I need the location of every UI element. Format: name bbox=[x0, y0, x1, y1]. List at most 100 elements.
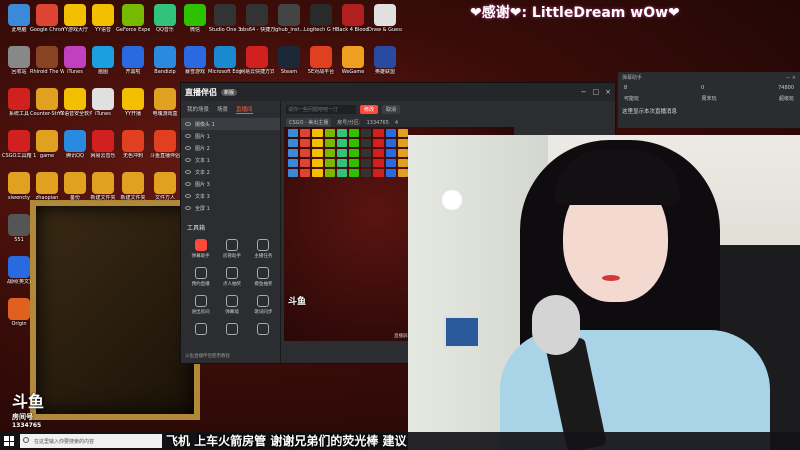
tool-item[interactable] bbox=[185, 323, 216, 337]
tutorial-link[interactable]: 斗鱼直播伴侣使用教程 bbox=[185, 353, 230, 359]
desktop-icon[interactable]: 暴雪游戏 bbox=[178, 46, 212, 75]
desktop-icon-label: 英雄联盟 bbox=[374, 69, 395, 75]
desktop-icon[interactable]: Draw & Guess bbox=[368, 4, 402, 33]
desktop-icon[interactable]: 斗鱼直播伴侣 bbox=[148, 130, 182, 159]
preview-mini-icon bbox=[312, 149, 323, 157]
panel-tab-2[interactable]: 周末玩 bbox=[701, 95, 716, 102]
category-chip[interactable]: CSGO · 美出主播 bbox=[286, 118, 332, 127]
tool-item[interactable]: 点人抽奖 bbox=[216, 267, 247, 287]
tool-item[interactable]: 弹幕墙 bbox=[216, 295, 247, 315]
app-icon bbox=[154, 172, 176, 194]
search-icon bbox=[23, 437, 29, 443]
app-sidebar: 我的场景 场景 直播间 摄像头 1 图片 1 图片 2 文本 1 文本 2 图片 3 文本 … bbox=[181, 101, 281, 363]
eye-icon[interactable] bbox=[185, 206, 191, 210]
tool-item[interactable] bbox=[248, 323, 279, 337]
douyu-watermark: 斗鱼 房间号 1334765 bbox=[12, 388, 44, 429]
desktop-icon[interactable]: obs64 - 快捷方式 bbox=[240, 4, 274, 33]
desktop-icon-label: 新建文件夹 bbox=[120, 195, 146, 201]
tab-scene[interactable]: 场景 bbox=[217, 105, 228, 114]
preview-mini-icon bbox=[336, 159, 347, 167]
preview-mini-icon bbox=[312, 129, 323, 137]
tool-item[interactable]: 预约直播 bbox=[185, 267, 216, 287]
source-item[interactable]: 图片 3 bbox=[181, 178, 280, 190]
desktop-icon[interactable]: 文件方人 bbox=[148, 172, 182, 201]
toolbox-grid: 弹幕助手 房管助手 主播任务预约直播 点人抽奖 摸鱼抽奖进出房间 弹幕墙 歌词同步 bbox=[185, 239, 279, 337]
app-icon bbox=[374, 4, 396, 26]
desktop-icon[interactable]: Origin bbox=[2, 298, 36, 327]
preview-mini-icon bbox=[288, 169, 299, 177]
tool-item[interactable] bbox=[216, 323, 247, 337]
cancel-button[interactable]: 取消 bbox=[382, 105, 401, 114]
desktop-icon[interactable]: 画图 bbox=[86, 46, 120, 75]
tool-label: 主播任务 bbox=[254, 254, 273, 259]
desktop-icon[interactable]: iTunes bbox=[86, 88, 120, 117]
desktop-icon[interactable]: 551 bbox=[2, 214, 36, 243]
desktop-icon[interactable]: 新建文件夹 bbox=[86, 172, 120, 201]
desktop-icon[interactable]: 网易云快捷方式 bbox=[240, 46, 274, 75]
desktop-icon[interactable]: 英雄联盟 bbox=[368, 46, 402, 75]
desktop-icon-label: 551 bbox=[14, 237, 24, 243]
panel-close-icon[interactable]: − × bbox=[786, 75, 796, 81]
source-item[interactable]: 文本 2 bbox=[181, 166, 280, 178]
source-item[interactable]: 文本 1 bbox=[181, 154, 280, 166]
eye-icon[interactable] bbox=[185, 122, 191, 126]
desktop-icon[interactable]: Steam bbox=[272, 46, 306, 75]
eye-icon[interactable] bbox=[185, 146, 191, 150]
eye-icon[interactable] bbox=[185, 170, 191, 174]
minimize-icon[interactable]: − bbox=[581, 88, 587, 96]
desktop-icon[interactable]: lghub_inst... bbox=[272, 4, 306, 33]
app-icon bbox=[278, 46, 300, 68]
tool-item[interactable]: 弹幕助手 bbox=[185, 239, 216, 259]
source-item[interactable]: 图片 1 bbox=[181, 130, 280, 142]
preview-desktop-icons bbox=[288, 129, 408, 177]
desktop-icon[interactable]: 微信 bbox=[178, 4, 212, 33]
source-item[interactable]: 全屏 1 bbox=[181, 202, 280, 214]
desktop-icon[interactable]: 电魂游戏盒 bbox=[148, 88, 182, 117]
desktop-icon[interactable]: 网易云音乐 bbox=[86, 130, 120, 159]
app-icon bbox=[36, 46, 58, 68]
desktop-icon[interactable]: 开黑啦 bbox=[116, 46, 150, 75]
desktop-icon[interactable]: 战网(英文) bbox=[2, 256, 36, 285]
desktop-icon[interactable]: QQ音乐 bbox=[148, 4, 182, 33]
close-icon[interactable]: × bbox=[605, 88, 611, 96]
desktop-icon[interactable]: Logitech G HUB bbox=[304, 4, 338, 33]
tool-item[interactable]: 歌词同步 bbox=[248, 295, 279, 315]
panel-tab-1[interactable]: 可能玩 bbox=[624, 95, 639, 102]
desktop-icon[interactable]: Bandizip bbox=[148, 46, 182, 75]
source-item[interactable]: 图片 2 bbox=[181, 142, 280, 154]
desktop-icon[interactable]: Back 4 Blood Beta bbox=[336, 4, 370, 33]
tab-my-scene[interactable]: 我的场景 bbox=[187, 105, 209, 114]
stream-title-input[interactable] bbox=[286, 105, 356, 114]
preview-mini-icon bbox=[385, 159, 396, 167]
tool-item[interactable]: 进出房间 bbox=[185, 295, 216, 315]
source-item[interactable]: 文本 3 bbox=[181, 190, 280, 202]
eye-icon[interactable] bbox=[185, 182, 191, 186]
desktop-icon[interactable]: 5E对战平台 bbox=[304, 46, 338, 75]
start-button[interactable] bbox=[4, 436, 14, 446]
desktop-icon[interactable]: 无色冲刺 bbox=[116, 130, 150, 159]
tool-item[interactable]: 摸鱼抽奖 bbox=[248, 267, 279, 287]
tab-live-room[interactable]: 直播间 bbox=[236, 105, 253, 114]
edit-button[interactable]: 修改 bbox=[360, 105, 379, 114]
eye-icon[interactable] bbox=[185, 158, 191, 162]
source-item[interactable]: 摄像头 1 bbox=[181, 118, 280, 130]
taskbar-search-placeholder: 在这里输入你要搜索的内容 bbox=[34, 438, 95, 445]
desktop-icon[interactable]: Microsoft Edge bbox=[208, 46, 242, 75]
eye-icon[interactable] bbox=[185, 194, 191, 198]
app-icon bbox=[8, 214, 30, 236]
taskbar-search[interactable]: 在这里输入你要搜索的内容 bbox=[20, 434, 162, 448]
desktop-icon[interactable]: 新建文件夹 bbox=[116, 172, 150, 201]
desktop-icon[interactable]: YY开播 bbox=[116, 88, 150, 117]
tool-item[interactable]: 房管助手 bbox=[216, 239, 247, 259]
eye-icon[interactable] bbox=[185, 134, 191, 138]
desktop-icon[interactable]: Studio One 3 bbox=[208, 4, 242, 33]
maximize-icon[interactable]: □ bbox=[593, 88, 600, 96]
desktop-icon[interactable]: GeForce Experience bbox=[116, 4, 150, 33]
preview-mini-icon bbox=[288, 129, 299, 137]
streamer-lips bbox=[602, 275, 620, 281]
panel-tab-3[interactable]: 超级玩 bbox=[779, 95, 794, 102]
desktop-icon[interactable]: YY语音 bbox=[86, 4, 120, 33]
preview-mini-icon bbox=[397, 129, 408, 137]
tool-item[interactable]: 主播任务 bbox=[248, 239, 279, 259]
desktop-icon[interactable]: WeGame bbox=[336, 46, 370, 75]
